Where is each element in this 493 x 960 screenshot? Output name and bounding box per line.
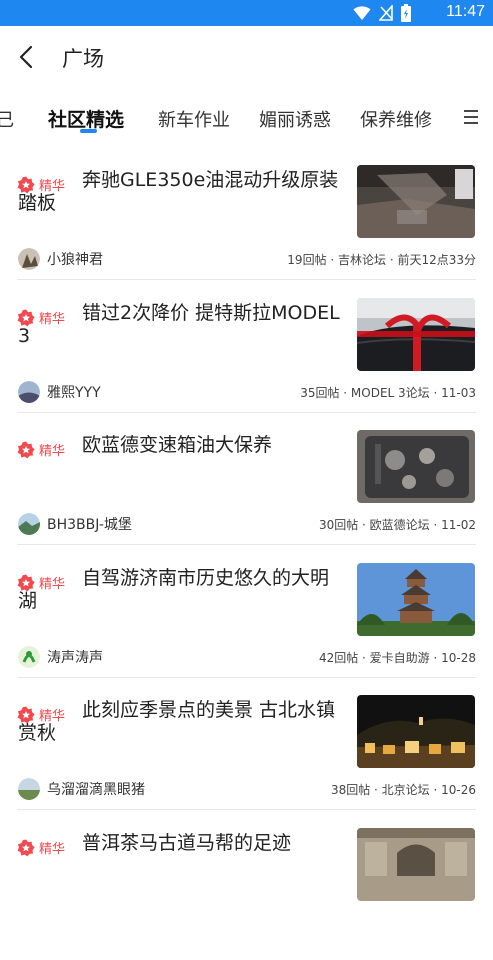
avatar[interactable] xyxy=(18,646,40,668)
app-header: 广场 xyxy=(0,26,493,88)
avatar[interactable] xyxy=(18,778,40,800)
divider xyxy=(17,412,476,413)
wifi-icon xyxy=(353,6,371,20)
post-title[interactable]: 错过2次降价 提特斯拉MODEL 3 xyxy=(18,302,346,348)
avatar[interactable] xyxy=(18,381,40,403)
post-item[interactable]: 精华 欧蓝德变速箱油大保养 BH3BBJ-城堡 30回帖 · 欧蓝德论坛 · 1… xyxy=(0,430,493,562)
post-item[interactable]: 精华 自驾游济南市历史悠久的大明湖 涛声涛声 42回帖 · 爱卡自助游 · 10… xyxy=(0,563,493,695)
author-name[interactable]: BH3BBJ-城堡 xyxy=(47,514,132,534)
post-meta: 35回帖 · MODEL 3论坛 · 11-03 xyxy=(300,386,476,400)
post-title[interactable]: 欧蓝德变速箱油大保养 xyxy=(18,434,346,457)
post-item[interactable]: 精华 错过2次降价 提特斯拉MODEL 3 雅熙YYY 35回帖 · MODEL… xyxy=(0,298,493,430)
author-name[interactable]: 雅熙YYY xyxy=(47,382,101,402)
status-icons xyxy=(353,4,411,22)
tab-charm[interactable]: 媚丽诱惑 xyxy=(259,106,331,132)
category-tabs: 己 社区精选 新车作业 媚丽诱惑 保养维修 xyxy=(0,88,493,148)
page-title: 广场 xyxy=(62,47,104,71)
status-bar: 11:47 xyxy=(0,0,493,26)
post-meta: 30回帖 · 欧蓝德论坛 · 11-02 xyxy=(318,518,476,532)
post-item[interactable]: 精华 奔驰GLE350e油混动升级原装踏板 小狼神君 19回帖 · 吉林论坛 ·… xyxy=(0,165,493,297)
post-thumbnail[interactable] xyxy=(357,828,475,901)
post-meta: 19回帖 · 吉林论坛 · 前天12点33分 xyxy=(287,253,476,267)
post-thumbnail[interactable] xyxy=(357,695,475,768)
divider xyxy=(17,809,476,810)
avatar[interactable] xyxy=(18,513,40,535)
post-item[interactable]: 精华 此刻应季景点的美景 古北水镇赏秋 乌溜溜滴黑眼猪 38回帖 · 北京论坛 … xyxy=(0,695,493,827)
author-name[interactable]: 涛声涛声 xyxy=(47,647,103,667)
divider xyxy=(17,544,476,545)
post-item[interactable]: 精华 普洱茶马古道马帮的足迹 xyxy=(0,828,493,960)
battery-icon xyxy=(401,4,411,22)
post-thumbnail[interactable] xyxy=(357,563,475,636)
post-title[interactable]: 此刻应季景点的美景 古北水镇赏秋 xyxy=(18,699,346,745)
post-title[interactable]: 自驾游济南市历史悠久的大明湖 xyxy=(18,567,346,613)
tab-partial[interactable]: 己 xyxy=(0,106,14,132)
post-thumbnail[interactable] xyxy=(357,165,475,238)
post-title[interactable]: 奔驰GLE350e油混动升级原装踏板 xyxy=(18,169,346,215)
post-thumbnail[interactable] xyxy=(357,298,475,371)
author-name[interactable]: 乌溜溜滴黑眼猪 xyxy=(47,779,145,799)
post-meta: 38回帖 · 北京论坛 · 10-26 xyxy=(330,783,476,797)
post-title[interactable]: 普洱茶马古道马帮的足迹 xyxy=(18,832,346,855)
active-tab-indicator xyxy=(80,129,97,133)
no-signal-icon xyxy=(379,5,393,21)
post-meta: 42回帖 · 爱卡自助游 · 10-28 xyxy=(318,651,476,665)
author-name[interactable]: 小狼神君 xyxy=(47,249,103,269)
tab-new-car[interactable]: 新车作业 xyxy=(158,106,230,132)
divider xyxy=(17,279,476,280)
status-time: 11:47 xyxy=(446,3,485,20)
menu-icon[interactable] xyxy=(462,109,480,125)
divider xyxy=(17,677,476,678)
tab-maintenance[interactable]: 保养维修 xyxy=(360,106,432,132)
avatar[interactable] xyxy=(18,248,40,270)
back-arrow-icon[interactable] xyxy=(12,42,40,72)
tab-community-picks[interactable]: 社区精选 xyxy=(48,105,124,132)
post-thumbnail[interactable] xyxy=(357,430,475,503)
